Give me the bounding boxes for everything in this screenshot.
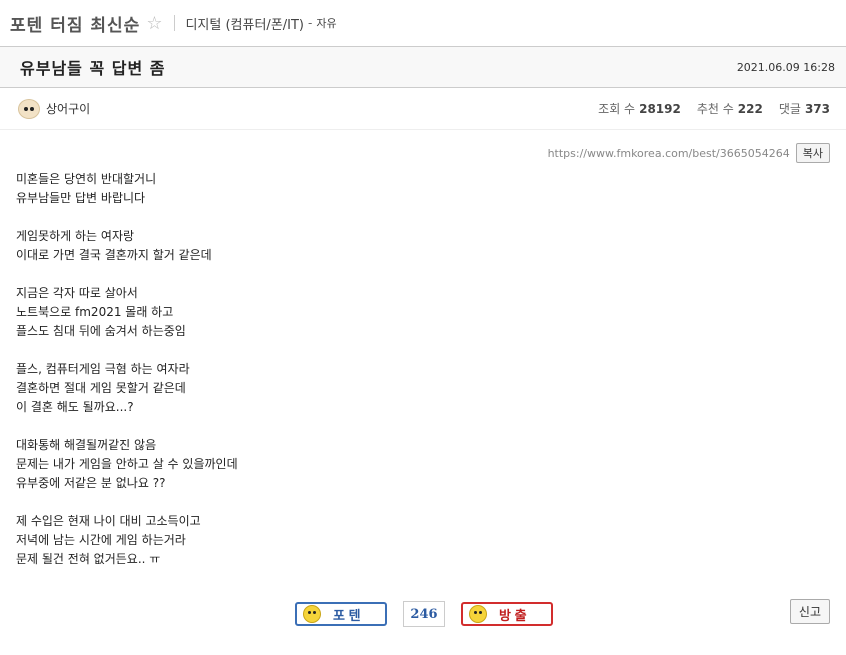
board-title[interactable]: 포텐 터짐 최신순 — [10, 11, 140, 36]
board-header: 포텐 터짐 최신순 ☆ 디지털 (컴퓨터/폰/IT) - 자유 — [0, 0, 846, 46]
subcategory-link[interactable]: 자유 — [316, 15, 336, 31]
vote-count: 246 — [403, 601, 445, 627]
view-count: 조회 수 28192 — [598, 102, 681, 116]
like-count: 추천 수 222 — [696, 102, 763, 116]
post-body: 미혼들은 당연히 반대할거니유부남들만 답변 바랍니다게임못하게 하는 여자랑이… — [16, 170, 816, 569]
body-line: 이 결혼 해도 될까요...? — [16, 400, 134, 414]
body-line: 게임못하게 하는 여자랑 — [16, 229, 135, 243]
category-link[interactable]: 디지털 (컴퓨터/폰/IT) — [185, 14, 304, 33]
body-line: 결혼하면 절대 게임 못할거 같은데 — [16, 381, 186, 395]
comment-count[interactable]: 댓글 373 — [779, 100, 830, 117]
vote-bar: 포 텐 246 방 출 — [295, 601, 553, 627]
share-url-row: https://www.fmkorea.com/best/3665054264 … — [548, 143, 830, 163]
thumbs-down-face-icon — [469, 605, 487, 623]
body-line: 미혼들은 당연히 반대할거니 — [16, 172, 157, 186]
author-name[interactable]: 상어구이 — [46, 100, 90, 117]
thumbs-up-face-icon — [303, 605, 321, 623]
post-date: 2021.06.09 16:28 — [736, 60, 835, 74]
body-line: 제 수입은 현재 나이 대비 고소득이고 — [16, 514, 201, 528]
body-line: 지금은 각자 따로 살아서 — [16, 286, 138, 300]
divider — [174, 15, 176, 31]
copy-url-button[interactable]: 복사 — [795, 143, 830, 163]
body-line: 플스, 컴퓨터게임 극혐 하는 여자라 — [16, 362, 190, 376]
category-dash: - — [308, 16, 313, 30]
body-line — [16, 341, 816, 360]
avatar-icon — [18, 98, 40, 119]
body-line: 대화통해 해결될꺼같진 않음 — [16, 438, 157, 452]
body-line: 문제는 내가 게임을 안하고 살 수 있을까인데 — [16, 457, 238, 471]
post-url[interactable]: https://www.fmkorea.com/best/3665054264 — [548, 147, 790, 160]
upvote-button[interactable]: 포 텐 — [295, 602, 387, 626]
body-line: 플스도 침대 뒤에 숨겨서 하는중임 — [16, 324, 186, 338]
downvote-label: 방 출 — [499, 607, 527, 623]
body-line: 노트북으로 fm2021 몰래 하고 — [16, 305, 174, 319]
body-line: 유부남들만 답변 바랍니다 — [16, 191, 146, 205]
body-line — [16, 493, 816, 512]
body-line — [16, 265, 816, 284]
body-line: 이대로 가면 결국 결혼까지 할거 같은데 — [16, 248, 212, 262]
body-line: 저녁에 남는 시간에 게임 하는거라 — [16, 533, 186, 547]
post-title-bar: 유부남들 꼭 답변 좀 2021.06.09 16:28 — [0, 46, 846, 88]
author[interactable]: 상어구이 — [18, 98, 90, 119]
report-button[interactable]: 신고 — [789, 599, 830, 624]
body-line: 문제 될건 전혀 없거든요.. ㅠ — [16, 552, 161, 566]
body-line: 유부중에 저같은 분 없나요 ?? — [16, 476, 166, 490]
post-meta: 상어구이 조회 수 28192 추천 수 222 댓글 373 — [0, 88, 846, 130]
body-line — [16, 208, 816, 227]
body-line — [16, 417, 816, 436]
post-title: 유부남들 꼭 답변 좀 — [20, 59, 166, 78]
post-stats: 조회 수 28192 추천 수 222 댓글 373 — [598, 100, 830, 117]
star-icon[interactable]: ☆ — [146, 13, 162, 34]
downvote-button[interactable]: 방 출 — [461, 602, 553, 626]
upvote-label: 포 텐 — [333, 607, 361, 623]
